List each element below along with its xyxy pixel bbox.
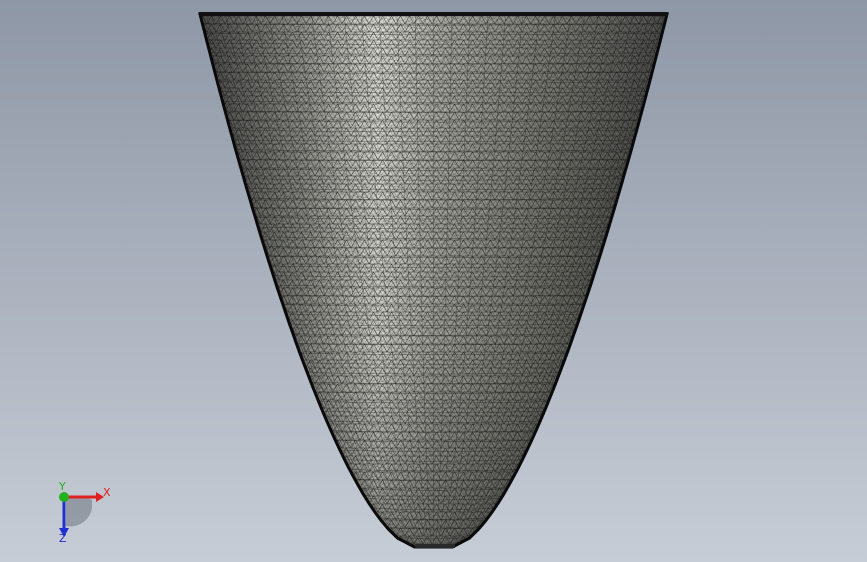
y-axis-label: Y: [58, 480, 66, 493]
bottom-cap: [415, 544, 455, 548]
axis-triad: X Z Y: [58, 480, 111, 545]
graphics-viewport[interactable]: X Z Y: [0, 0, 867, 562]
triad-shadow: [66, 496, 92, 527]
y-axis-indicator: [59, 492, 69, 502]
x-axis-label: X: [103, 486, 111, 499]
model-view[interactable]: [0, 0, 867, 562]
top-rim: [199, 12, 668, 16]
z-axis-label: Z: [59, 532, 67, 545]
